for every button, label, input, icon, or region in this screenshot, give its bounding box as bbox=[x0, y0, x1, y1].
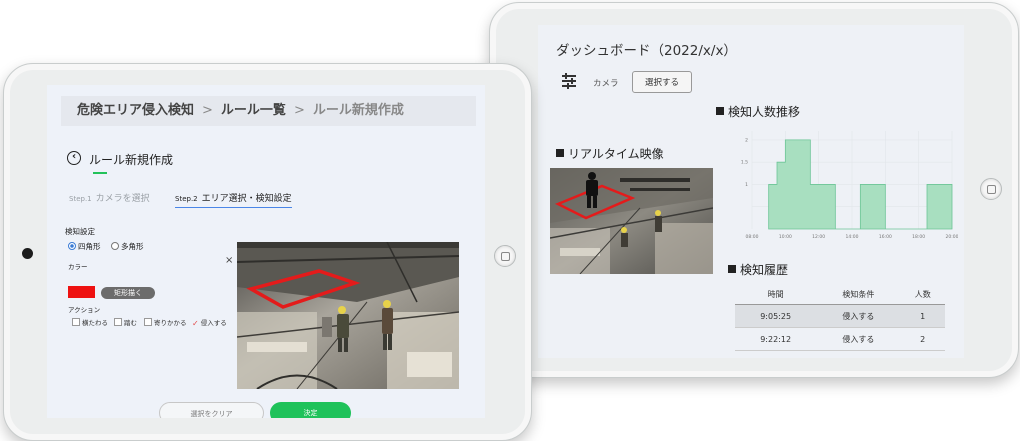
breadcrumb: 危険エリア侵入検知 > ルール一覧 > ルール新規作成 bbox=[61, 96, 476, 126]
checkmark-icon: ✓ bbox=[192, 319, 199, 328]
y-tick-label: 2 bbox=[745, 137, 748, 143]
x-tick-label: 10:00 bbox=[779, 234, 792, 240]
radio-checked-icon bbox=[68, 242, 76, 250]
x-tick-label: 16:00 bbox=[879, 234, 892, 240]
filter-icon[interactable] bbox=[562, 73, 576, 89]
live-video-image bbox=[550, 168, 713, 274]
step2-label: エリア選択・検知設定 bbox=[201, 194, 292, 204]
camera-area-image[interactable] bbox=[237, 242, 459, 389]
dashboard-title: ダッシュボード（2022/x/x） bbox=[556, 43, 737, 59]
confirm-button[interactable]: 決定 bbox=[270, 402, 351, 418]
history-cell-time: 9:05:25 bbox=[735, 304, 817, 328]
shape-radio-rectangle[interactable]: 四角形 bbox=[68, 241, 101, 252]
radio-unchecked-icon bbox=[111, 242, 119, 250]
x-tick-label: 18:00 bbox=[912, 234, 925, 240]
camera-select-button[interactable]: 選択する bbox=[632, 71, 692, 93]
breadcrumb-item-rule-list[interactable]: ルール一覧 bbox=[221, 103, 286, 118]
home-button[interactable] bbox=[494, 245, 516, 267]
title-underline bbox=[93, 172, 107, 174]
table-row[interactable]: 9:22:12 侵入する 2 bbox=[735, 327, 945, 351]
front-camera-icon bbox=[22, 248, 33, 259]
x-tick-label: 14:00 bbox=[846, 234, 859, 240]
history-cell-condition: 侵入する bbox=[816, 304, 901, 328]
trend-title: 検知人数推移 bbox=[716, 103, 800, 120]
history-title: 検知履歴 bbox=[728, 261, 788, 278]
checkbox-icon bbox=[144, 318, 152, 326]
history-cell-count: 1 bbox=[900, 304, 945, 328]
shape-radio-polygon[interactable]: 多角形 bbox=[111, 241, 144, 252]
history-col-time: 時間 bbox=[735, 284, 817, 305]
draw-rectangle-button[interactable]: 矩形描く bbox=[101, 287, 155, 299]
history-cell-time: 9:22:12 bbox=[735, 327, 817, 351]
history-col-count: 人数 bbox=[900, 284, 945, 305]
color-swatch[interactable] bbox=[68, 286, 95, 298]
breadcrumb-separator: > bbox=[293, 103, 305, 118]
close-icon[interactable]: × bbox=[225, 255, 233, 266]
x-tick-label: 12:00 bbox=[812, 234, 825, 240]
step1-label: カメラを選択 bbox=[95, 194, 150, 204]
checkbox-icon bbox=[72, 318, 80, 326]
x-tick-label: 20:00 bbox=[946, 234, 958, 240]
camera-label: カメラ bbox=[593, 79, 619, 89]
table-row[interactable]: 9:05:25 侵入する 1 bbox=[735, 304, 945, 328]
detection-trend-chart: 08:00 10:00 12:00 14:00 16:00 18:00 20:00 2 1.5 1 bbox=[722, 125, 959, 243]
rule-editor-tablet: 危険エリア侵入検知 > ルール一覧 > ルール新規作成 ‹ ルール新規作成 Step.1… bbox=[3, 63, 532, 441]
history-col-condition: 検知条件 bbox=[816, 284, 901, 305]
history-header-row: 時間 検知条件 人数 bbox=[735, 284, 945, 305]
y-tick-label: 1 bbox=[745, 182, 748, 188]
step2-number: Step.2 bbox=[175, 195, 198, 203]
live-video-feed[interactable] bbox=[550, 168, 713, 274]
live-video-title: リアルタイム映像 bbox=[556, 145, 664, 162]
home-button[interactable] bbox=[980, 178, 1002, 200]
history-cell-count: 2 bbox=[900, 327, 945, 351]
action-checkbox-lie-down[interactable]: 横たわる bbox=[72, 317, 108, 327]
tab-step2[interactable]: Step.2 エリア選択・検知設定 bbox=[175, 191, 292, 208]
step1-number: Step.1 bbox=[69, 195, 92, 203]
trend-chart-svg: 08:00 10:00 12:00 14:00 16:00 18:00 20:00 2 1.5 1 bbox=[741, 131, 959, 240]
clear-selection-button[interactable]: 選択をクリア bbox=[159, 402, 264, 418]
breadcrumb-item-current: ルール新規作成 bbox=[312, 103, 404, 118]
checkbox-icon bbox=[114, 318, 122, 326]
history-table: 時間 検知条件 人数 9:05:25 侵入する 1 9:22:12 侵入する 2 bbox=[735, 284, 945, 351]
page-title: ルール新規作成 bbox=[89, 153, 174, 167]
action-checkbox-intrude[interactable]: ✓ 侵入する bbox=[192, 317, 227, 328]
back-arrow-icon[interactable]: ‹ bbox=[67, 151, 81, 165]
rule-editor-screen: 危険エリア侵入検知 > ルール一覧 > ルール新規作成 ‹ ルール新規作成 Step.1… bbox=[47, 85, 485, 418]
history-cell-condition: 侵入する bbox=[816, 327, 901, 351]
action-checkbox-lean[interactable]: 寄りかかる bbox=[144, 317, 187, 327]
color-label: カラー bbox=[68, 263, 88, 271]
dashboard-screen: ダッシュボード（2022/x/x） カメラ 選択する 検知人数推移 リアルタイム… bbox=[538, 25, 964, 358]
x-tick-label: 08:00 bbox=[746, 234, 759, 240]
dashboard-tablet: ダッシュボード（2022/x/x） カメラ 選択する 検知人数推移 リアルタイム… bbox=[489, 2, 1019, 378]
y-tick-label: 1.5 bbox=[741, 160, 748, 166]
breadcrumb-separator: > bbox=[202, 103, 213, 118]
action-checkbox-step-on[interactable]: 踏む bbox=[114, 317, 137, 327]
construction-site-photo bbox=[237, 242, 459, 389]
tab-step1[interactable]: Step.1 カメラを選択 bbox=[69, 191, 150, 204]
detection-settings-label: 検知設定 bbox=[65, 227, 95, 236]
breadcrumb-item-detection[interactable]: 危険エリア侵入検知 bbox=[77, 103, 194, 118]
action-label: アクション bbox=[68, 306, 101, 314]
